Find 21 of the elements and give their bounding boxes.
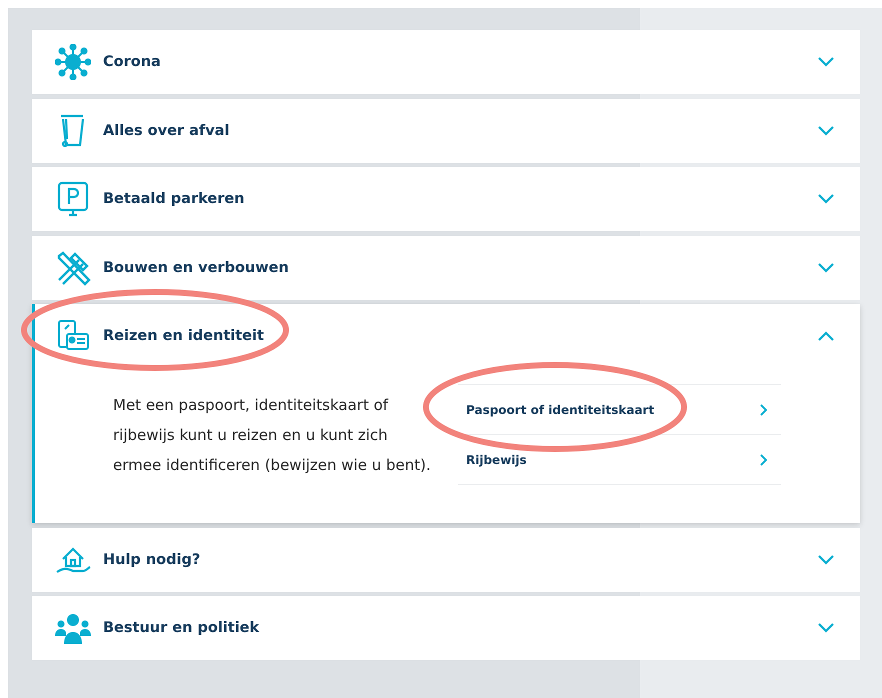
section-title[interactable]: Hulp nodig? — [103, 552, 200, 568]
chevron-icon[interactable] — [818, 262, 834, 272]
section-description: Met een paspoort, identiteitskaart of rijbewijs kunt u reizen en u kunt zich ermee identificeren (bewijzen wie u bent). — [113, 395, 431, 476]
virus-icon — [55, 44, 91, 80]
chevron-icon[interactable] — [818, 623, 834, 633]
parking-sign-icon — [55, 181, 91, 217]
section-title[interactable]: Alles over afval — [103, 122, 230, 138]
section-title[interactable]: Bestuur en politiek — [103, 620, 260, 636]
chevron-icon[interactable] — [818, 126, 834, 136]
chevron-right-icon — [759, 454, 767, 466]
section-title[interactable]: Bouwen en verbouwen — [103, 260, 289, 276]
sub-link[interactable]: Paspoort of identiteitskaart — [466, 402, 654, 416]
section-title[interactable]: Reizen en identiteit — [103, 328, 264, 344]
chevron-icon[interactable] — [818, 554, 834, 564]
chevron-right-icon — [759, 404, 767, 416]
chevron-icon[interactable] — [818, 57, 834, 67]
chevron-icon[interactable] — [818, 331, 834, 341]
sub-link[interactable]: Rijbewijs — [466, 452, 527, 466]
section-title[interactable]: Betaald parkeren — [103, 191, 244, 207]
section-title[interactable]: Corona — [103, 54, 161, 70]
chevron-icon[interactable] — [818, 194, 834, 204]
